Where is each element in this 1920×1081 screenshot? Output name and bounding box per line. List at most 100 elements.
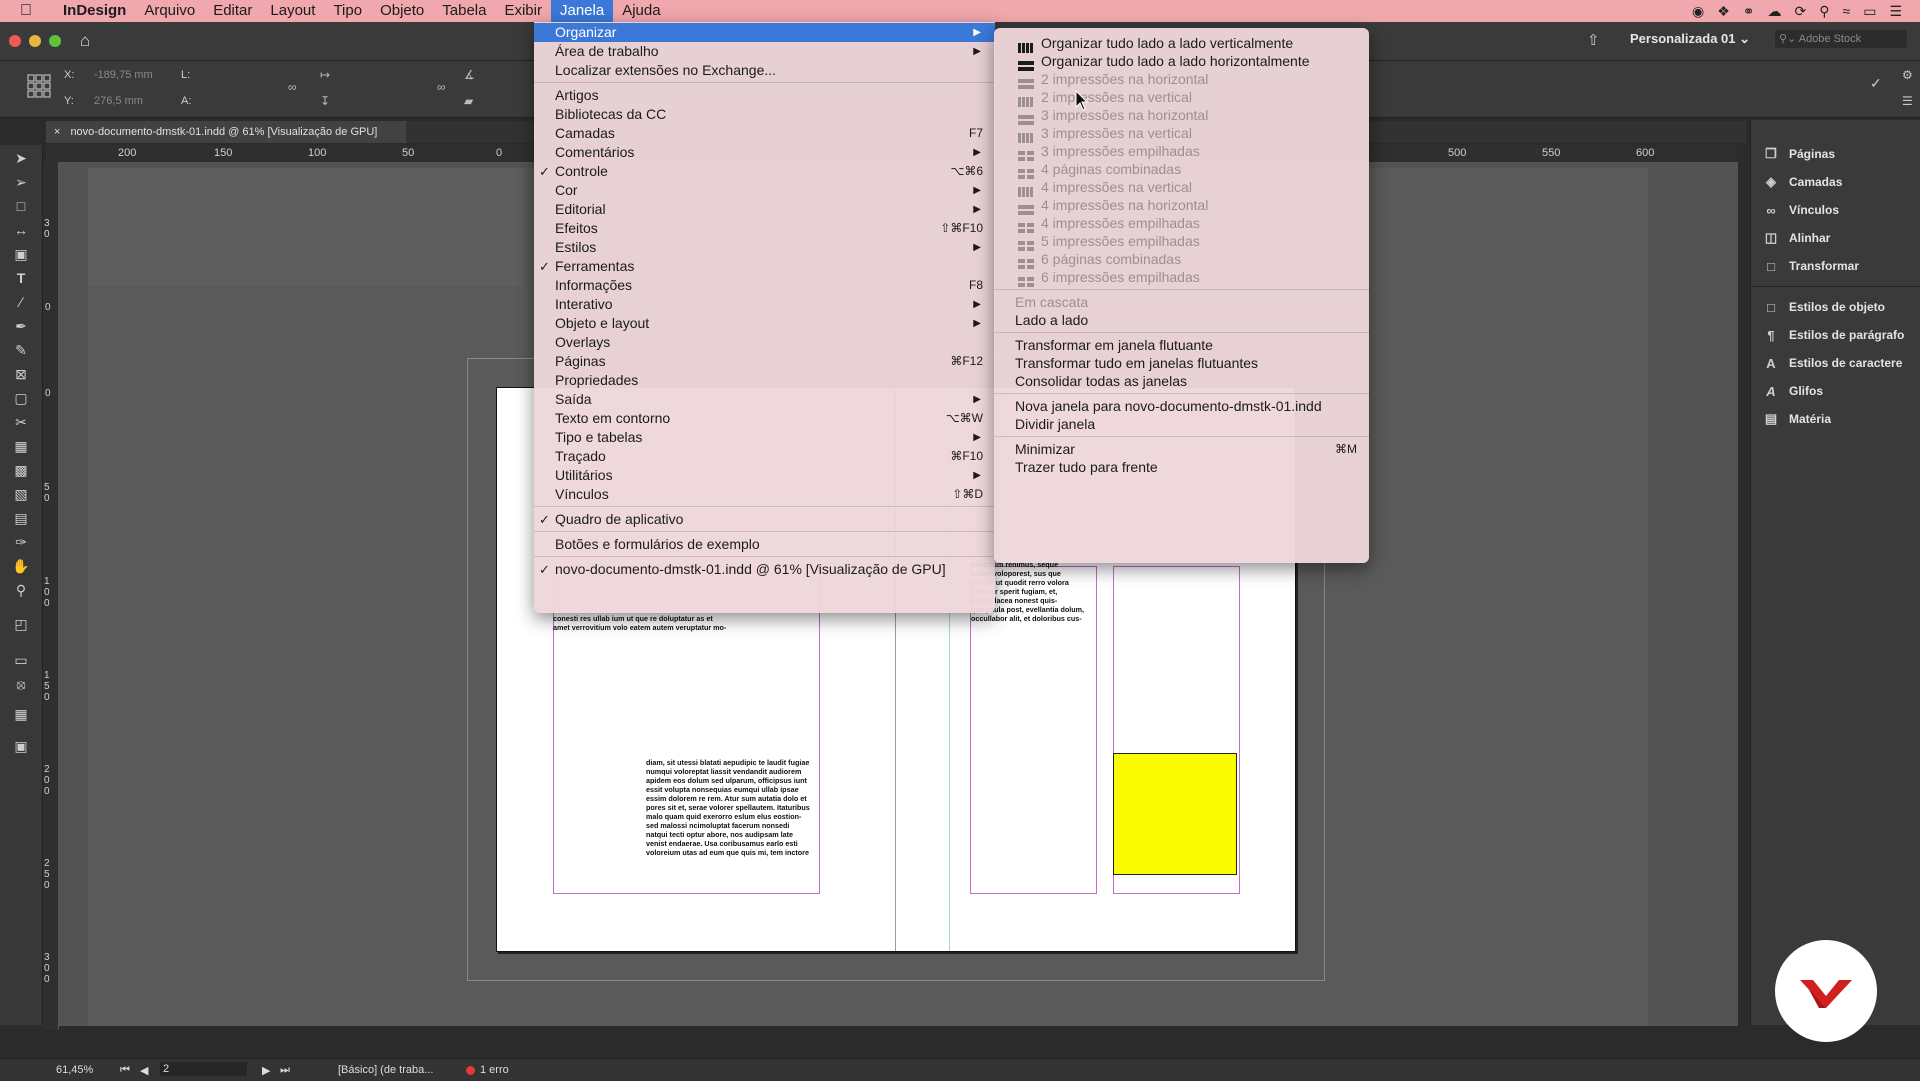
close-tab-icon[interactable]: × xyxy=(54,126,60,138)
pencil-tool-icon[interactable]: ✎ xyxy=(10,341,32,359)
home-icon[interactable]: ⌂ xyxy=(80,31,90,51)
y-field[interactable]: 276,5 mm xyxy=(94,95,143,107)
page-text-fragment-left[interactable]: conesti res ullab ium ut que re doluptat… xyxy=(553,614,726,632)
janela-item-overlays[interactable]: Overlays xyxy=(534,333,995,352)
minimize-window-button[interactable] xyxy=(29,35,41,47)
organizar-item-transformar-tudo-em-janelas-flutuantes[interactable]: Transformar tudo em janelas flutuantes xyxy=(994,354,1369,373)
panel-paginas[interactable]: ❐ Páginas xyxy=(1763,143,1835,165)
hand-tool-icon[interactable]: ✋ xyxy=(10,557,32,575)
workspace-switcher[interactable]: Personalizada 01 ⌄ xyxy=(1630,31,1750,47)
eyedropper-tool-icon[interactable]: ✑ xyxy=(10,533,32,551)
record-icon[interactable]: ◉ xyxy=(1692,3,1704,20)
janela-item-camadas[interactable]: Camadas F7 xyxy=(534,124,995,143)
page-tool-icon[interactable]: □ xyxy=(10,197,32,215)
janela-item-efeitos[interactable]: Efeitos ⇧⌘F10 xyxy=(534,219,995,238)
janela-item-paginas[interactable]: Páginas ⌘F12 xyxy=(534,352,995,371)
panel-estilos-objeto[interactable]: □ Estilos de objeto xyxy=(1763,296,1885,318)
janela-item-bibliotecas-da-cc[interactable]: Bibliotecas da CC xyxy=(534,105,995,124)
janela-item-vinculos[interactable]: Vínculos ⇧⌘D xyxy=(534,485,995,504)
organizar-item-trazer-tudo-para-frente[interactable]: Trazer tudo para frente xyxy=(994,458,1369,477)
janela-item-botoes-e-formularios-de-exemplo[interactable]: Botões e formulários de exemplo xyxy=(534,535,995,554)
janela-item-interativo[interactable]: Interativo ▶ xyxy=(534,295,995,314)
previous-page-icon[interactable]: ◀ xyxy=(140,1064,148,1077)
rectangle-frame-tool-icon[interactable]: ⊠ xyxy=(10,365,32,383)
spotlight-icon[interactable]: ⚲ xyxy=(1819,3,1829,20)
zoom-tool-icon[interactable]: ⚲ xyxy=(10,581,32,599)
apple-icon[interactable]:  xyxy=(20,2,40,20)
error-count[interactable]: 1 erro xyxy=(480,1064,509,1076)
cloud-icon[interactable]: ☁ xyxy=(1768,3,1782,20)
janela-item-artigos[interactable]: Artigos xyxy=(534,86,995,105)
page-number-field[interactable]: 2 xyxy=(160,1062,247,1076)
menu-janela[interactable]: Janela xyxy=(550,0,614,22)
panel-alinhar[interactable]: ◫ Alinhar xyxy=(1763,227,1831,249)
last-page-icon[interactable]: ⏭ xyxy=(280,1064,290,1077)
shear-icon[interactable]: ▰ xyxy=(464,94,473,108)
panel-glifos[interactable]: A Glifos xyxy=(1763,380,1823,402)
control-menu-icon[interactable]: ☰ xyxy=(1902,94,1913,108)
menu-ajuda[interactable]: Ajuda xyxy=(613,0,669,22)
note-tool-icon[interactable]: ▤ xyxy=(10,509,32,527)
preflight-profile[interactable]: [Básico] (de traba... xyxy=(338,1064,433,1076)
janela-item-cor[interactable]: Cor ▶ xyxy=(534,181,995,200)
organizar-item-lado-a-lado[interactable]: Lado a lado xyxy=(994,311,1369,330)
organizar-item-organizar-tudo-lado-a-lado-horizontalmente[interactable]: Organizar tudo lado a lado horizontalmen… xyxy=(994,52,1369,71)
close-window-button[interactable] xyxy=(9,35,21,47)
apply-none-icon[interactable]: ⦻ xyxy=(10,675,32,693)
panel-camadas[interactable]: ◈ Camadas xyxy=(1763,171,1842,193)
organizar-item-organizar-tudo-lado-a-lado-verticalmente[interactable]: Organizar tudo lado a lado verticalmente xyxy=(994,34,1369,53)
link-scale-icon[interactable]: ∞ xyxy=(437,80,446,94)
reference-point-icon[interactable] xyxy=(26,73,52,99)
page-text-block-left[interactable]: diam, sit utessi blatati aepudipic te la… xyxy=(646,758,810,857)
organizar-item-transformar-em-janela-flutuante[interactable]: Transformar em janela flutuante xyxy=(994,336,1369,355)
x-field[interactable]: -189,75 mm xyxy=(94,69,153,81)
panel-transformar[interactable]: □ Transformar xyxy=(1763,255,1859,277)
janela-item-ferramentas[interactable]: ✓ Ferramentas xyxy=(534,257,995,276)
menu-app-indesign[interactable]: InDesign xyxy=(54,0,135,22)
panel-estilos-paragrafo[interactable]: ¶ Estilos de parágrafo xyxy=(1763,324,1904,346)
formatting-container-icon[interactable]: ▭ xyxy=(10,651,32,669)
menu-exibir[interactable]: Exibir xyxy=(495,0,551,22)
document-tab[interactable]: × novo-documento-dmstk-01.indd @ 61% [Vis… xyxy=(46,121,406,143)
screen-mode-icon[interactable]: ▦ xyxy=(10,705,32,723)
panel-vinculos[interactable]: ∞ Vínculos xyxy=(1763,199,1839,221)
dropbox-icon[interactable]: ❖ xyxy=(1717,3,1730,20)
line-tool-icon[interactable]: ∕ xyxy=(10,293,32,311)
scale-y-icon[interactable]: ↧ xyxy=(320,94,330,108)
wifi-icon[interactable]: ≈ xyxy=(1843,3,1851,19)
janela-item-controle[interactable]: ✓ Controle ⌥⌘6 xyxy=(534,162,995,181)
janela-item-novo-documento-dmstk-01-indd-61-visualizacao-de-gpu[interactable]: ✓ novo-documento-dmstk-01.indd @ 61% [Vis… xyxy=(534,560,995,579)
gradient-swatch-tool-icon[interactable]: ▩ xyxy=(10,461,32,479)
organizar-item-nova-janela-para-novo-documento-dmstk-01-indd[interactable]: Nova janela para novo-documento-dmstk-01… xyxy=(994,397,1369,416)
control-center-icon[interactable]: ☰ xyxy=(1889,3,1902,20)
janela-item-saida[interactable]: Saída ▶ xyxy=(534,390,995,409)
share-icon[interactable]: ⇧ xyxy=(1587,31,1600,49)
direct-selection-tool-icon[interactable]: ➢ xyxy=(10,173,32,191)
janela-item-organizar[interactable]: Organizar ▶ xyxy=(534,23,995,42)
content-collector-icon[interactable]: ▣ xyxy=(10,245,32,263)
panel-materia[interactable]: ▤ Matéria xyxy=(1763,408,1831,430)
rectangle-tool-icon[interactable]: ▢ xyxy=(10,389,32,407)
sync-icon[interactable]: ⟳ xyxy=(1795,3,1807,20)
scale-x-icon[interactable]: ↦ xyxy=(320,68,330,82)
janela-item-texto-em-contorno[interactable]: Texto em contorno ⌥⌘W xyxy=(534,409,995,428)
janela-item-area-de-trabalho[interactable]: Área de trabalho ▶ xyxy=(534,42,995,61)
gear-icon[interactable]: ⚙ xyxy=(1902,68,1913,82)
vertical-ruler[interactable]: 3 0 0 0 5 0 1 0 0 1 5 0 2 0 0 2 5 0 3 0 … xyxy=(42,162,59,1030)
menu-arquivo[interactable]: Arquivo xyxy=(135,0,204,22)
menu-tipo[interactable]: Tipo xyxy=(324,0,371,22)
battery-icon[interactable]: ▭ xyxy=(1863,3,1876,20)
type-tool-icon[interactable]: T xyxy=(10,269,32,287)
menu-tabela[interactable]: Tabela xyxy=(433,0,495,22)
creative-cloud-icon[interactable]: ⚭ xyxy=(1743,3,1755,20)
janela-item-quadro-de-aplicativo[interactable]: ✓ Quadro de aplicativo xyxy=(534,510,995,529)
janela-item-utilitarios[interactable]: Utilitários ▶ xyxy=(534,466,995,485)
free-transform-tool-icon[interactable]: ▦ xyxy=(10,437,32,455)
janela-item-comentarios[interactable]: Comentários ▶ xyxy=(534,143,995,162)
zoom-level-field[interactable]: 61,45% xyxy=(56,1064,93,1076)
gradient-feather-tool-icon[interactable]: ▧ xyxy=(10,485,32,503)
first-page-icon[interactable]: ⏮ xyxy=(120,1064,130,1077)
view-mode-icon[interactable]: ▣ xyxy=(10,737,32,755)
janela-item-estilos[interactable]: Estilos ▶ xyxy=(534,238,995,257)
gap-tool-icon[interactable]: ↔ xyxy=(10,221,32,239)
